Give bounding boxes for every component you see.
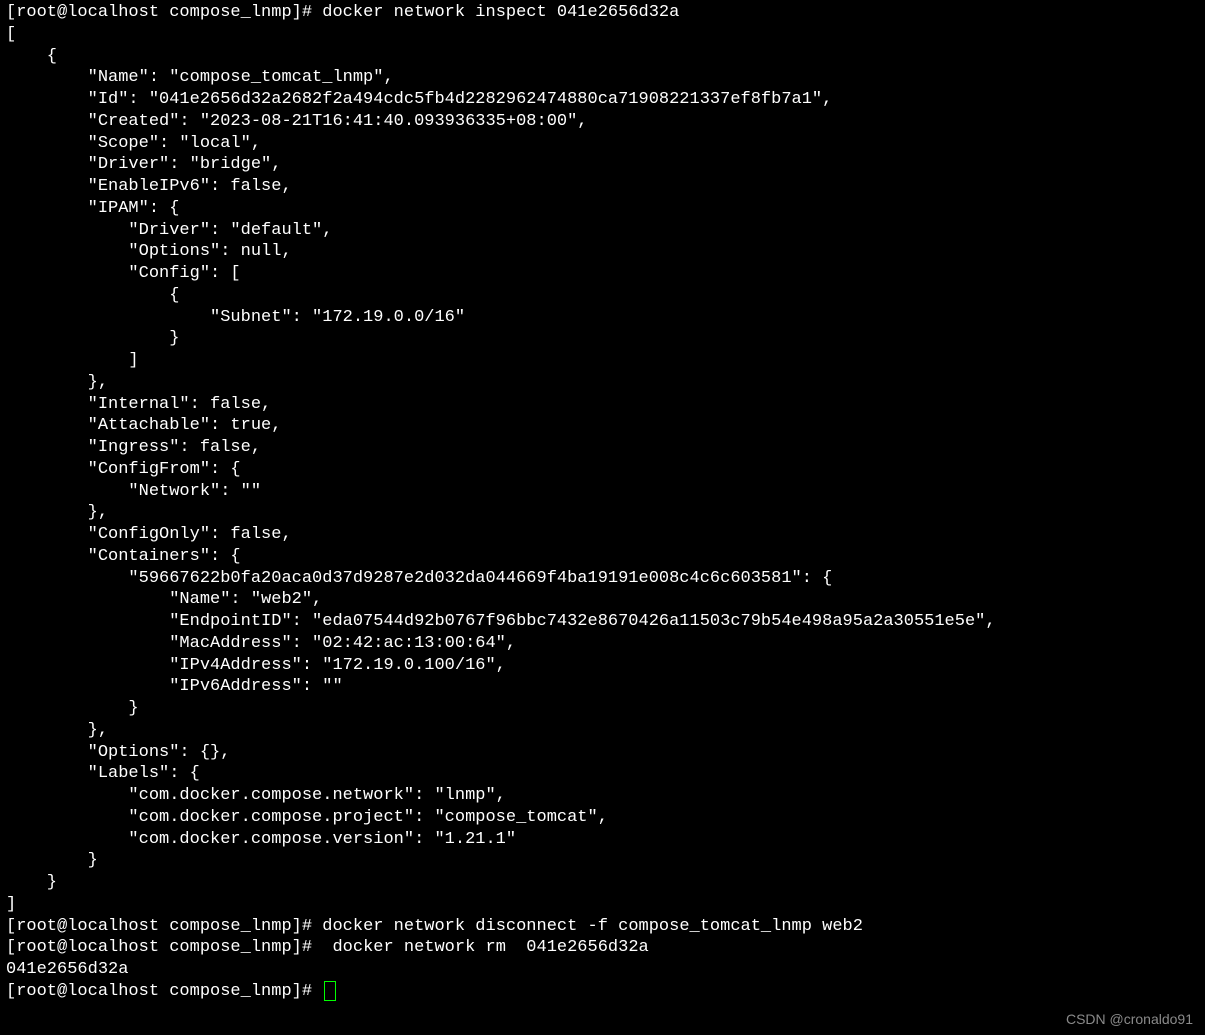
watermark: CSDN @cronaldo91 — [1066, 1011, 1193, 1029]
prompt-line-1: [root@localhost compose_lnmp]# docker ne… — [6, 3, 679, 22]
terminal-output[interactable]: [root@localhost compose_lnmp]# docker ne… — [0, 0, 1205, 1003]
prompt-line-4: [root@localhost compose_lnmp]# — [6, 982, 322, 1001]
cursor-icon — [324, 981, 336, 1001]
prompt-line-2: [root@localhost compose_lnmp]# docker ne… — [6, 917, 863, 936]
cmd3-output: 041e2656d32a — [6, 960, 128, 979]
json-block: [ { "Name": "compose_tomcat_lnmp", "Id":… — [6, 25, 996, 914]
prompt-line-3: [root@localhost compose_lnmp]# docker ne… — [6, 938, 649, 957]
